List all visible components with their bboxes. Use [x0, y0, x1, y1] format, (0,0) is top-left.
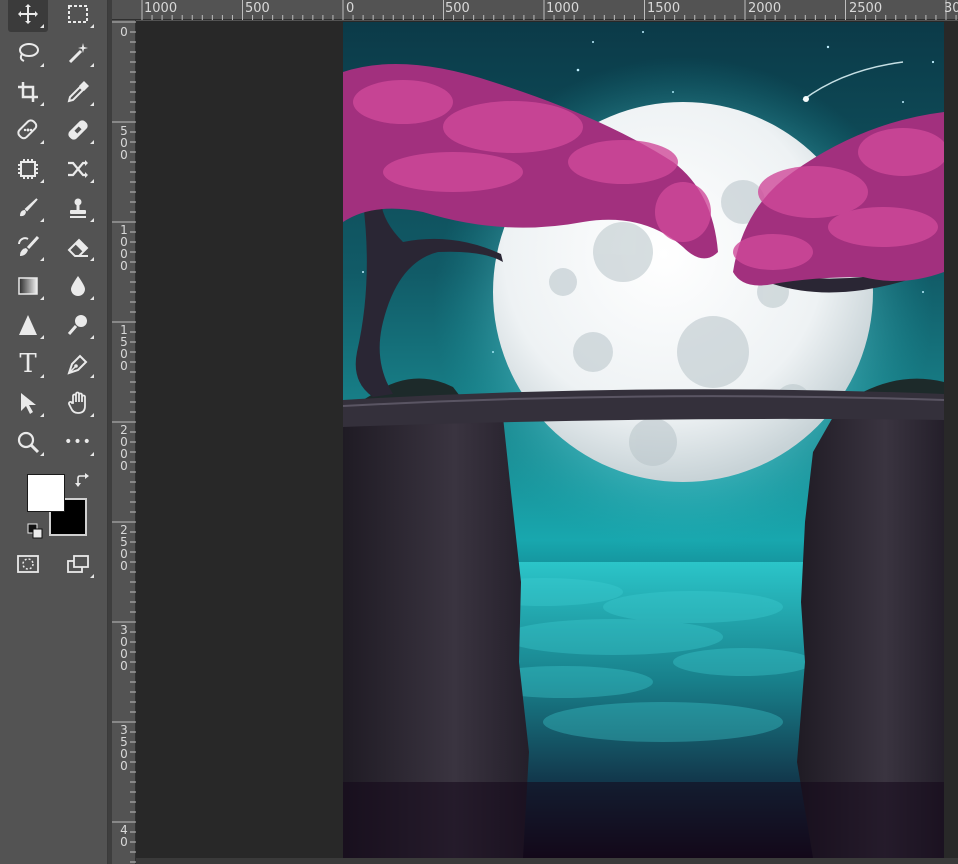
blur-tool[interactable]	[58, 268, 98, 304]
eyedropper-icon	[67, 81, 89, 103]
rectangular-marquee-icon	[68, 5, 88, 23]
ruler-label: 30	[944, 1, 958, 16]
shooting-star	[802, 61, 904, 101]
lasso-icon	[19, 43, 39, 62]
history-brush-icon	[18, 235, 40, 256]
marquee-tool[interactable]	[58, 0, 98, 32]
move-icon	[18, 4, 38, 24]
magic-wand-icon	[68, 43, 88, 64]
ruler-label: 3 5 0 0	[120, 723, 128, 773]
spot-healing-icon	[17, 119, 38, 140]
droplet-icon	[71, 276, 85, 296]
triangle-icon	[19, 315, 37, 335]
ruler-label: 0	[346, 1, 355, 16]
foreground-color-swatch[interactable]	[27, 474, 65, 512]
path-selection-tool[interactable]	[8, 385, 48, 421]
ruler-label: 500	[445, 1, 470, 16]
ruler-label: 0	[120, 25, 128, 39]
patch-icon	[18, 159, 38, 179]
dodge-icon	[67, 315, 87, 335]
quick-mask-button[interactable]	[8, 546, 48, 582]
zoom-icon	[17, 431, 40, 454]
ruler-label: 1000	[546, 1, 580, 16]
bottom-shadow	[343, 782, 944, 858]
content-aware-move-icon	[68, 160, 88, 178]
patch-tool[interactable]	[8, 151, 48, 187]
ruler-label: 5 0 0	[120, 124, 128, 162]
horizontal-ruler-ticks	[141, 0, 957, 20]
screen-mode-button[interactable]	[58, 546, 98, 582]
pen-icon	[67, 354, 88, 375]
default-colors-icon[interactable]	[27, 523, 43, 539]
ellipsis-icon: •••	[64, 434, 92, 450]
eraser-tool[interactable]	[58, 229, 98, 265]
sharpen-tool[interactable]	[8, 307, 48, 343]
ruler-label: 500	[245, 1, 270, 16]
eraser-icon	[67, 238, 89, 257]
hand-tool[interactable]	[58, 385, 98, 421]
screen-mode-icon	[67, 555, 89, 573]
ruler-label: 1500	[647, 1, 681, 16]
artwork-image	[343, 31, 944, 858]
pen-tool[interactable]	[58, 346, 98, 382]
spot-healing-tool[interactable]	[8, 112, 48, 148]
more-tools[interactable]: •••	[58, 424, 98, 460]
brush-icon	[20, 198, 38, 217]
dodge-tool[interactable]	[58, 307, 98, 343]
ruler-label: 1 5 0 0	[120, 323, 128, 373]
brush-tool[interactable]	[8, 190, 48, 226]
lasso-tool[interactable]	[8, 35, 48, 71]
history-brush-tool[interactable]	[8, 229, 48, 265]
ruler-label: 4 0	[120, 823, 128, 849]
eyedropper-tool[interactable]	[58, 74, 98, 110]
document-canvas[interactable]	[343, 22, 944, 858]
gradient-tool[interactable]	[8, 268, 48, 304]
ruler-label: 1 0 0 0	[120, 223, 128, 273]
ruler-label: 1000	[144, 1, 178, 16]
horizontal-scrollbar[interactable]	[136, 858, 958, 864]
quick-mask-icon	[17, 555, 39, 573]
gradient-icon	[18, 277, 38, 295]
type-icon: T	[19, 349, 37, 379]
magic-wand-tool[interactable]	[58, 35, 98, 71]
type-tool[interactable]: T	[8, 346, 48, 382]
tools-panel: T •••	[0, 0, 108, 864]
ruler-label: 2 0 0 0	[120, 423, 128, 473]
move-tool[interactable]	[8, 0, 48, 32]
clone-stamp-tool[interactable]	[58, 190, 98, 226]
crop-tool[interactable]	[8, 74, 48, 110]
ruler-label: 2500	[849, 1, 883, 16]
ruler-label: 2000	[748, 1, 782, 16]
arrow-icon	[21, 393, 36, 414]
bandage-icon	[68, 120, 88, 140]
hand-icon	[68, 391, 86, 414]
swap-colors-icon[interactable]	[74, 472, 92, 490]
vertical-ruler[interactable]: 0 5 0 0 1 0 0 0 1 5 0 0 2 0 0 0 2 5 0 0 …	[112, 20, 136, 864]
horizontal-ruler[interactable]: 1000 500 0 500 1000 1500 2000 2500 30	[112, 0, 958, 20]
healing-brush-tool[interactable]	[58, 112, 98, 148]
zoom-tool[interactable]	[8, 424, 48, 460]
content-aware-move-tool[interactable]	[58, 151, 98, 187]
ruler-label: 3 0 0 0	[120, 623, 128, 673]
crop-icon	[18, 82, 38, 102]
stamp-icon	[70, 198, 86, 218]
ruler-label: 2 5 0 0	[120, 523, 128, 573]
